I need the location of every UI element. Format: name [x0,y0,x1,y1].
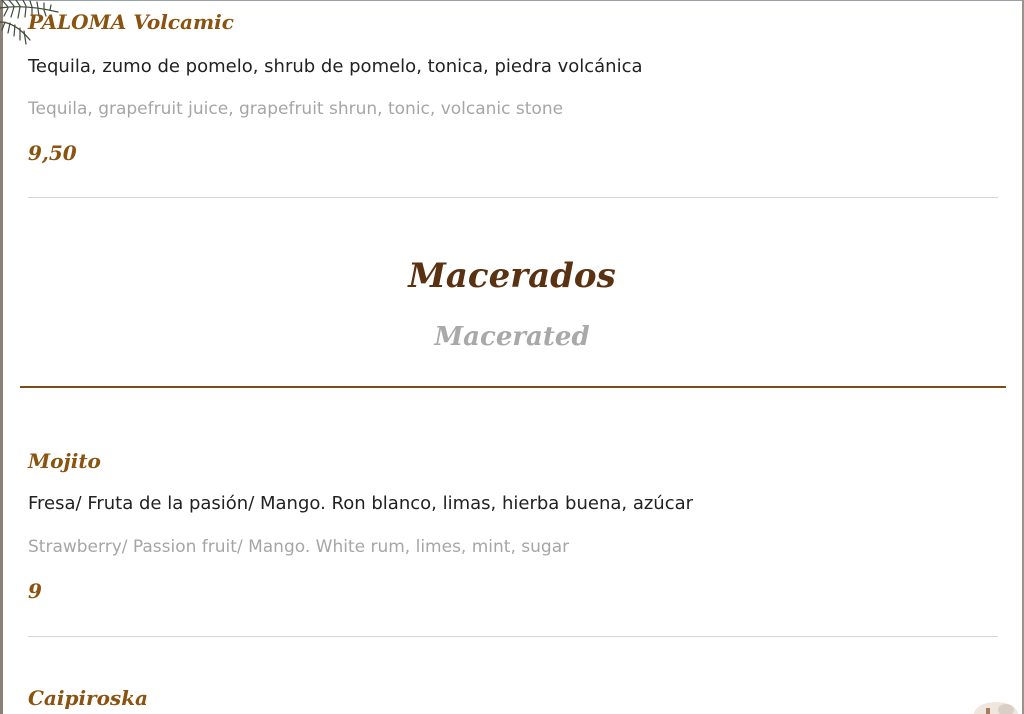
item-description-es: Tequila, zumo de pomelo, shrub de pomelo… [28,56,643,77]
item-price: 9,50 [28,141,77,165]
item-description-en: Strawberry/ Passion fruit/ Mango. White … [28,537,570,557]
item-description-es: Fresa/ Fruta de la pasión/ Mango. Ron bl… [28,493,694,514]
item-price: 9 [28,579,42,603]
item-name-caipiroska: Caipiroska [28,686,149,710]
window-left-border [0,0,3,714]
item-description-en: Tequila, grapefruit juice, grapefruit sh… [28,99,564,119]
item-divider [28,636,998,637]
decorative-shell-icon [974,702,1018,714]
section-title: Macerados [408,256,616,296]
window-top-border [0,0,1024,1]
item-divider [28,197,998,198]
item-name-mojito: Mojito [28,449,101,473]
item-name-paloma: PALOMA Volcamic [28,10,234,34]
section-subtitle: Macerated [434,322,590,352]
section-rule [20,386,1006,388]
